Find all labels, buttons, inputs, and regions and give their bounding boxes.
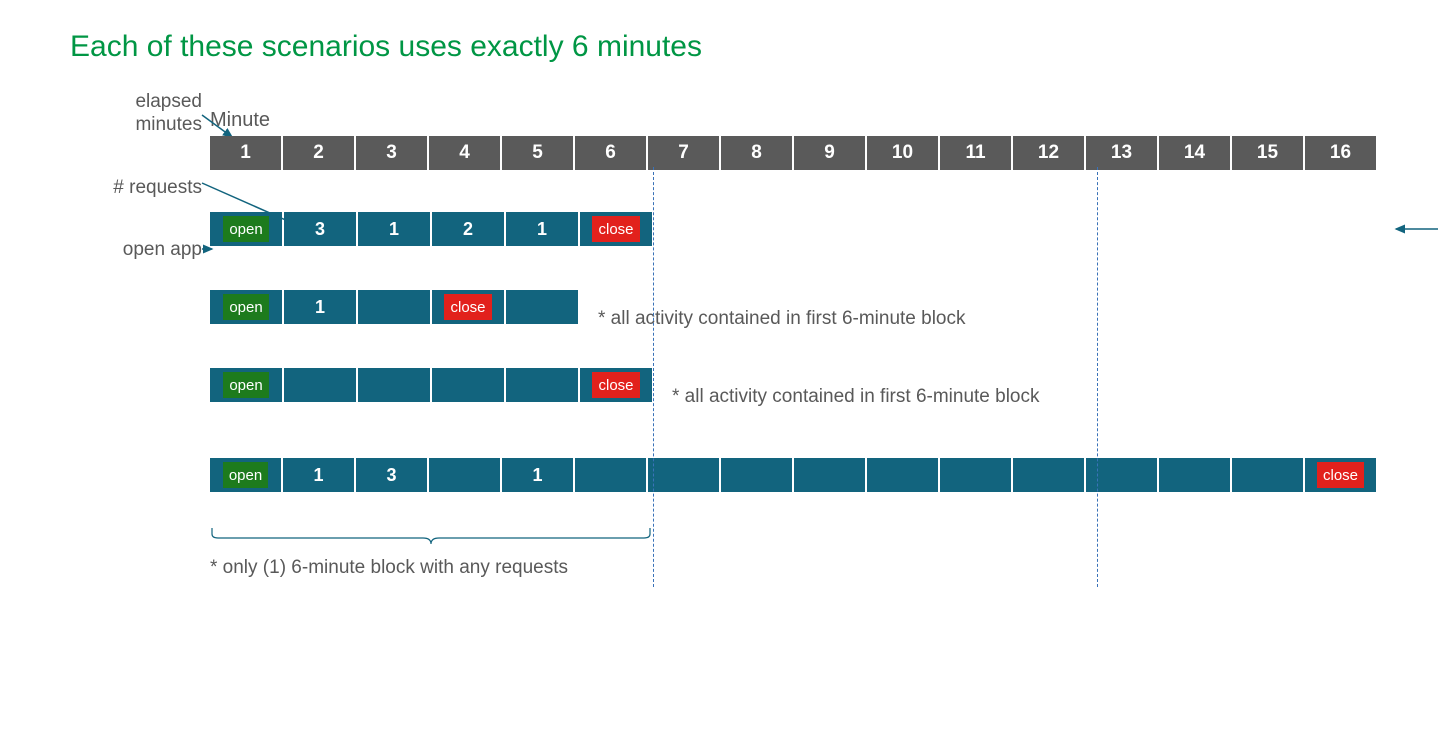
- minute-cell: 4: [429, 136, 500, 170]
- minute-cell: 3: [356, 136, 427, 170]
- minute-cell: 7: [648, 136, 719, 170]
- arrow-icon: [1390, 223, 1440, 235]
- activity-cell: [648, 458, 719, 492]
- minute-cell: 12: [1013, 136, 1084, 170]
- minute-cell: 11: [940, 136, 1011, 170]
- activity-cell: [940, 458, 1011, 492]
- activity-cell: [429, 458, 500, 492]
- activity-cell: [506, 368, 578, 402]
- minute-header-row: 12345678910111213141516: [210, 136, 1376, 170]
- minute-cell: 14: [1159, 136, 1230, 170]
- activity-cell: [358, 290, 430, 324]
- activity-cell: open: [210, 290, 282, 324]
- close-badge: close: [592, 372, 639, 398]
- activity-cell: 1: [358, 212, 430, 246]
- activity-cell: close: [580, 212, 652, 246]
- minute-cell: 9: [794, 136, 865, 170]
- six-minute-divider: [1097, 167, 1098, 587]
- brace: [210, 526, 652, 551]
- activity-cell: close: [1305, 458, 1376, 492]
- diagram: elapsedminutes Minute 123456789101112131…: [210, 109, 1376, 579]
- label-elapsed-minutes: elapsedminutes: [135, 91, 202, 137]
- activity-cell: [1232, 458, 1303, 492]
- minute-cell: 10: [867, 136, 938, 170]
- activity-cell: 1: [502, 458, 573, 492]
- open-badge: open: [223, 462, 268, 488]
- activity-cell: 2: [432, 212, 504, 246]
- scenario-row: open3121closeclose app* all activity con…: [210, 212, 1376, 246]
- activity-cell: close: [580, 368, 652, 402]
- minute-cell: 13: [1086, 136, 1157, 170]
- activity-cell: 3: [356, 458, 427, 492]
- label-requests: # requests: [113, 177, 202, 200]
- activity-cell: [575, 458, 646, 492]
- close-badge: close: [592, 216, 639, 242]
- activity-cell: [867, 458, 938, 492]
- activity-cell: [794, 458, 865, 492]
- label-minute: Minute: [210, 109, 1376, 132]
- minute-cell: 6: [575, 136, 646, 170]
- scenario-note: close app* all activity contained in fir…: [1390, 218, 1446, 240]
- activity-cell: 1: [283, 458, 354, 492]
- open-badge: open: [223, 372, 268, 398]
- activity-cell: open: [210, 368, 282, 402]
- activity-cell: [432, 368, 504, 402]
- minute-cell: 8: [721, 136, 792, 170]
- activity-cell: [1013, 458, 1084, 492]
- close-badge: close: [444, 294, 491, 320]
- scenario-row: open close: [210, 368, 652, 402]
- page-title: Each of these scenarios uses exactly 6 m…: [70, 30, 1376, 64]
- activity-cell: [1159, 458, 1230, 492]
- label-open-app: open app: [123, 239, 202, 262]
- close-badge: close: [1317, 462, 1364, 488]
- activity-cell: [721, 458, 792, 492]
- activity-cell: 3: [284, 212, 356, 246]
- activity-cell: close: [432, 290, 504, 324]
- activity-cell: [358, 368, 430, 402]
- activity-cell: open: [210, 458, 281, 492]
- activity-cell: [506, 290, 578, 324]
- minute-cell: 16: [1305, 136, 1376, 170]
- activity-cell: [284, 368, 356, 402]
- scenario-note: * all activity contained in first 6-minu…: [672, 386, 1040, 408]
- activity-cell: open: [210, 212, 282, 246]
- scenario-row: open131close: [210, 458, 1376, 492]
- scenario-note-below: * only (1) 6-minute block with any reque…: [210, 557, 1376, 579]
- activity-cell: 1: [284, 290, 356, 324]
- activity-cell: 1: [506, 212, 578, 246]
- minute-cell: 1: [210, 136, 281, 170]
- minute-cell: 15: [1232, 136, 1303, 170]
- open-badge: open: [223, 216, 268, 242]
- open-badge: open: [223, 294, 268, 320]
- scenario-row: open 1 close: [210, 290, 578, 324]
- minute-cell: 5: [502, 136, 573, 170]
- minute-cell: 2: [283, 136, 354, 170]
- six-minute-divider: [653, 167, 654, 587]
